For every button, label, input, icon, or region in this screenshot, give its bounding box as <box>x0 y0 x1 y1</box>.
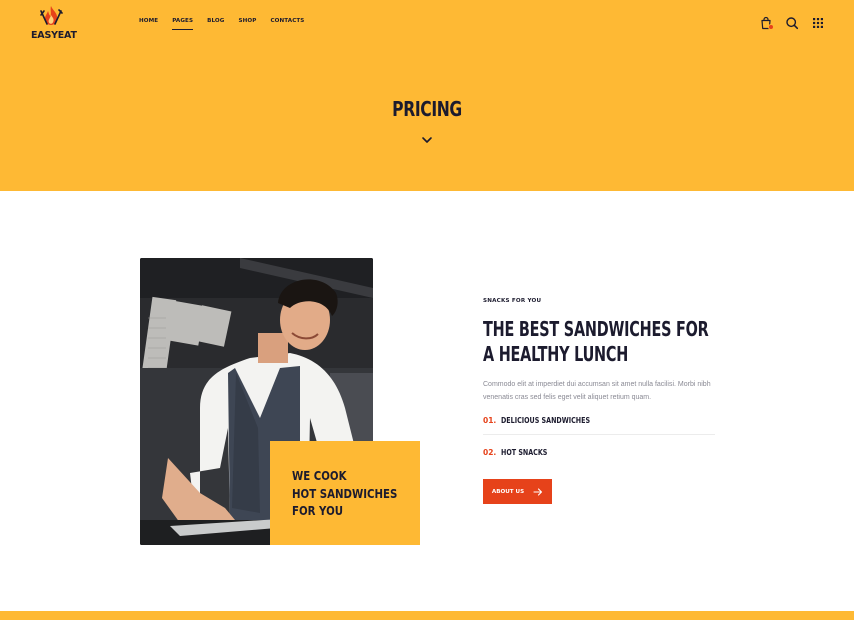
list-label: DELICIOUS SANDWICHES <box>501 416 591 425</box>
shopping-bag-icon[interactable] <box>759 16 774 30</box>
logo[interactable]: EASYEAT <box>31 4 77 44</box>
feature-list: 01. DELICIOUS SANDWICHES 02. HOT SNACKS <box>483 413 715 470</box>
page-title: PRICING <box>392 97 462 121</box>
nav-item-pages[interactable]: Pages <box>172 18 193 30</box>
arrow-right-icon <box>533 487 543 496</box>
about-us-button[interactable]: About us <box>483 479 552 504</box>
chevron-down-icon[interactable] <box>421 135 433 145</box>
header-actions <box>747 16 825 30</box>
main-nav: Home Pages Blog Shop Contacts <box>139 18 318 30</box>
nav-item-home[interactable]: Home <box>139 18 158 24</box>
grid-menu-icon[interactable] <box>811 16 825 30</box>
footer-strip <box>0 611 854 620</box>
section-eyebrow: Snacks for you <box>483 298 542 304</box>
nav-item-contacts[interactable]: Contacts <box>270 18 304 24</box>
list-item: 02. HOT SNACKS <box>483 435 715 470</box>
list-number: 01. <box>483 416 497 425</box>
cart-count-badge <box>768 24 774 30</box>
search-icon[interactable] <box>785 16 799 30</box>
section-paragraph: Commodo elit at imperdiet dui accumsan s… <box>483 381 711 401</box>
list-number: 02. <box>483 448 497 457</box>
about-us-label: About us <box>491 488 525 495</box>
hero-banner: EASYEAT Home Pages Blog Shop Contacts <box>0 0 854 191</box>
section-heading: THE BEST SANDWICHES FOR A HEALTHY LUNCH <box>483 317 709 366</box>
logo-text: EASYEAT <box>31 30 77 41</box>
list-item: 01. DELICIOUS SANDWICHES <box>483 413 715 435</box>
nav-item-blog[interactable]: Blog <box>207 18 224 24</box>
flame-logo-icon <box>40 6 63 25</box>
nav-item-shop[interactable]: Shop <box>238 18 256 24</box>
promo-text: WE COOK HOT SANDWICHES FOR YOU <box>292 469 398 518</box>
list-label: HOT SNACKS <box>501 448 548 457</box>
promo-card: WE COOK HOT SANDWICHES FOR YOU <box>270 441 420 545</box>
intro-section: Snacks for you THE BEST SANDWICHES FOR A… <box>483 298 715 470</box>
